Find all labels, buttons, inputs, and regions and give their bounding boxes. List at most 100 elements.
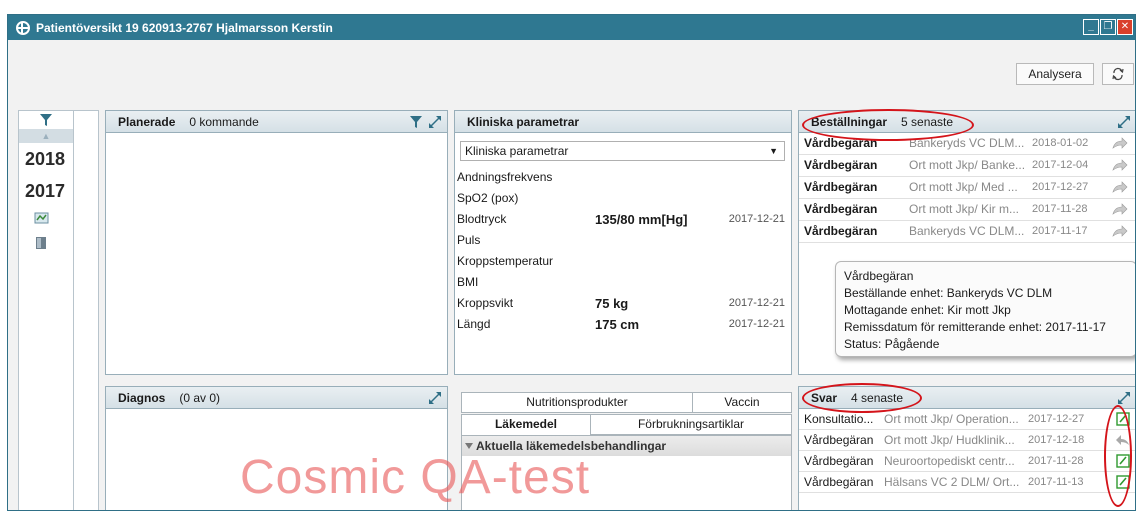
- order-list: Vårdbegäran Bankeryds VC DLM... 2018-01-02…: [799, 133, 1135, 243]
- parameter-value: 135/80 mm[Hg]: [595, 212, 688, 227]
- analyze-button[interactable]: Analysera: [1016, 63, 1094, 85]
- aktuella-lakemedelsbehandlingar-header[interactable]: Aktuella läkemedelsbehandlingar: [462, 436, 791, 456]
- svar-date: 2017-11-13: [1028, 476, 1084, 488]
- svar-count: 4 senaste: [851, 390, 904, 405]
- parameter-label: Kroppsvikt: [457, 296, 514, 310]
- diagnos-count: (0 av 0): [179, 390, 221, 405]
- parameter-row[interactable]: SpO2 (pox): [455, 188, 791, 209]
- filter-icon[interactable]: [409, 115, 423, 129]
- order-type: Vårdbegäran: [804, 180, 878, 194]
- parameter-date: 2017-12-21: [728, 213, 785, 225]
- svar-panel: Svar 4 senaste Konsultatio... Ort mott Jk…: [798, 386, 1135, 510]
- timeline-event-lab[interactable]: [19, 207, 73, 228]
- svar-type: Vårdbegäran: [804, 475, 874, 489]
- parameter-date: 2017-12-21: [728, 297, 785, 309]
- order-row[interactable]: Vårdbegäran Ort mott Jkp/ Kir m... 2017-11…: [799, 199, 1135, 221]
- tooltip-ordering-unit: Beställande enhet: Bankeryds VC DLM: [844, 286, 1053, 300]
- order-unit: Ort mott Jkp/ Kir m...: [909, 202, 1020, 216]
- expand-icon[interactable]: [1116, 114, 1132, 130]
- reply-icon[interactable]: [1116, 433, 1130, 447]
- tab-nutritionsprodukter[interactable]: Nutritionsprodukter: [461, 392, 693, 413]
- filter-icon: [40, 114, 52, 126]
- svar-unit: Hälsans VC 2 DLM/ Ort...: [884, 475, 1020, 489]
- timeline-scroll-up[interactable]: ▲: [19, 129, 73, 143]
- svar-row[interactable]: Vårdbegäran Neuroortopediskt centr... 2017…: [799, 451, 1135, 472]
- diagnos-panel: Diagnos (0 av 0): [105, 386, 448, 510]
- tab-vaccin[interactable]: Vaccin: [692, 392, 792, 413]
- svar-date: 2017-11-28: [1028, 455, 1084, 467]
- svar-unit: Ort mott Jkp/ Operation...: [884, 412, 1019, 426]
- maximize-icon[interactable]: ❐: [1100, 19, 1116, 35]
- parameter-row[interactable]: BMI: [455, 272, 791, 293]
- svar-row[interactable]: Vårdbegäran Ort mott Jkp/ Hudklinik... 201…: [799, 430, 1135, 451]
- order-unit: Ort mott Jkp/ Med ...: [909, 180, 1018, 194]
- svar-row[interactable]: Konsultatio... Ort mott Jkp/ Operation...…: [799, 409, 1135, 430]
- edit-icon[interactable]: [1116, 412, 1130, 426]
- order-unit: Ort mott Jkp/ Banke...: [909, 158, 1026, 172]
- timeline-filter-button[interactable]: [19, 111, 73, 129]
- kliniska-header: Kliniska parametrar: [455, 111, 791, 133]
- patient-overview-window: Patientöversikt 19 620913-2767 Hjalmarss…: [7, 14, 1136, 511]
- svar-header: Svar 4 senaste: [799, 387, 1135, 409]
- kliniska-parameter-select[interactable]: Kliniska parametrar ▼: [460, 141, 785, 161]
- svar-type: Vårdbegäran: [804, 454, 874, 468]
- forward-arrow-icon[interactable]: [1112, 136, 1128, 150]
- order-date: 2018-01-02: [1032, 137, 1089, 149]
- expand-icon[interactable]: [427, 390, 443, 406]
- parameter-row[interactable]: Puls: [455, 230, 791, 251]
- minimize-icon[interactable]: _: [1083, 19, 1099, 35]
- forward-arrow-icon[interactable]: [1112, 224, 1128, 238]
- timeline-year-2017[interactable]: 2017: [19, 175, 73, 207]
- svar-row[interactable]: Vårdbegäran Hälsans VC 2 DLM/ Ort... 2017-…: [799, 472, 1135, 493]
- tab-forbrukningsartiklar[interactable]: Förbrukningsartiklar: [590, 414, 792, 435]
- refresh-icon: [1112, 67, 1124, 81]
- forward-arrow-icon[interactable]: [1112, 202, 1128, 216]
- timeline-panel: ▲ 2018 2017: [18, 110, 99, 510]
- order-row[interactable]: Vårdbegäran Ort mott Jkp/ Med ... 2017-12-…: [799, 177, 1135, 199]
- parameter-value: 175 cm: [595, 317, 640, 332]
- parameter-value: 75 kg: [595, 296, 629, 311]
- expand-icon[interactable]: [1116, 390, 1132, 406]
- parameter-row[interactable]: Kroppstemperatur: [455, 251, 791, 272]
- close-icon[interactable]: ✕: [1117, 19, 1133, 35]
- parameter-label: SpO2 (pox): [457, 191, 519, 205]
- svar-unit: Ort mott Jkp/ Hudklinik...: [884, 433, 1015, 447]
- edit-icon[interactable]: [1116, 475, 1130, 489]
- bestallningar-header: Beställningar 5 senaste: [799, 111, 1135, 133]
- svar-date: 2017-12-18: [1028, 434, 1085, 446]
- diagnos-title: Diagnos: [118, 390, 166, 405]
- forward-arrow-icon[interactable]: [1112, 180, 1128, 194]
- parameter-date: 2017-12-21: [728, 318, 785, 330]
- tab-lakemedel[interactable]: Läkemedel: [461, 414, 591, 436]
- app-cross-icon: [16, 20, 30, 35]
- edit-icon[interactable]: [1116, 454, 1130, 468]
- order-type: Vårdbegäran: [804, 224, 878, 238]
- forward-arrow-icon[interactable]: [1112, 158, 1128, 172]
- parameter-row[interactable]: Andningsfrekvens: [455, 167, 791, 188]
- parameter-row[interactable]: Längd 175 cm 2017-12-21: [455, 314, 791, 335]
- lakemedel-content: Aktuella läkemedelsbehandlingar: [461, 435, 792, 510]
- planerade-panel: Planerade 0 kommande: [105, 110, 448, 375]
- title-bar[interactable]: Patientöversikt 19 620913-2767 Hjalmarss…: [8, 15, 1135, 40]
- bestallningar-title: Beställningar: [811, 114, 888, 129]
- order-row[interactable]: Vårdbegäran Bankeryds VC DLM... 2017-11-17: [799, 221, 1135, 243]
- planerade-header: Planerade 0 kommande: [106, 111, 447, 133]
- svar-list: Konsultatio... Ort mott Jkp/ Operation...…: [799, 409, 1135, 493]
- tooltip-status: Status: Pågående: [844, 337, 940, 351]
- order-date: 2017-11-28: [1032, 203, 1088, 215]
- timeline-year-2018[interactable]: 2018: [19, 143, 73, 175]
- diagnos-header: Diagnos (0 av 0): [106, 387, 447, 409]
- refresh-button[interactable]: [1102, 63, 1134, 85]
- order-row[interactable]: Vårdbegäran Ort mott Jkp/ Banke... 2017-12…: [799, 155, 1135, 177]
- expand-icon[interactable]: [427, 114, 443, 130]
- kliniska-parametrar-panel: Kliniska parametrar Kliniska parametrar …: [454, 110, 792, 375]
- parameter-label: BMI: [457, 275, 479, 289]
- parameter-row[interactable]: Kroppsvikt 75 kg 2017-12-21: [455, 293, 791, 314]
- order-tooltip: Vårdbegäran Beställande enhet: Bankeryds…: [835, 261, 1135, 357]
- timeline-column: ▲ 2018 2017: [19, 111, 74, 510]
- order-type: Vårdbegäran: [804, 202, 878, 216]
- order-row[interactable]: Vårdbegäran Bankeryds VC DLM... 2018-01-02: [799, 133, 1135, 155]
- timeline-event-document[interactable]: [19, 228, 73, 253]
- parameter-row[interactable]: Blodtryck 135/80 mm[Hg] 2017-12-21: [455, 209, 791, 230]
- planerade-count: 0 kommande: [189, 114, 259, 129]
